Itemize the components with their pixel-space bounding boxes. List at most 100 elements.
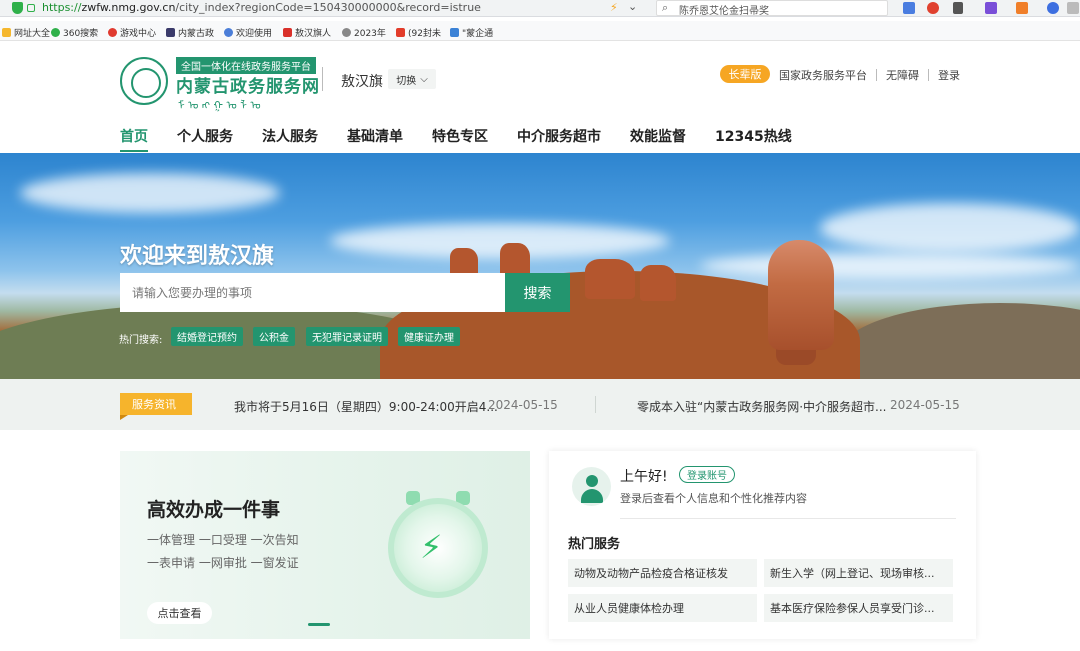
news-date: 2024-05-15 <box>890 398 960 412</box>
hot-services-title: 热门服务 <box>568 537 621 552</box>
promo-view-button[interactable]: 点击查看 <box>147 602 212 624</box>
extension-icon[interactable] <box>985 2 997 14</box>
lightning-icon[interactable]: ⚡ <box>610 1 618 14</box>
bookmark-item[interactable]: 网址大全 <box>2 25 50 39</box>
bookmark-label: 2023年 <box>354 28 386 39</box>
hero-search-button[interactable]: 搜索 <box>505 273 570 312</box>
url-path: /city_index?regionCode=150430000000&reco… <box>175 1 481 14</box>
cloud-decoration <box>820 203 1080 253</box>
search-tool-icon[interactable] <box>1047 2 1059 14</box>
bookmark-item[interactable]: 360搜索 <box>51 25 98 39</box>
cloud-decoration <box>700 253 1080 279</box>
national-platform-link[interactable]: 国家政务服务平台 <box>779 67 867 83</box>
game-icon[interactable] <box>1016 2 1028 14</box>
region-switch-label: 切换 <box>396 75 417 87</box>
bookmark-item[interactable]: 游戏中心 <box>108 25 156 39</box>
promo-title: 高效办成一件事 <box>147 499 281 521</box>
bookmark-label: 360搜索 <box>63 28 99 39</box>
main-nav: 首页 个人服务 法人服务 基础清单 特色专区 中介服务超市 效能监督 12345… <box>120 126 792 152</box>
accessibility-link[interactable]: 无障碍 <box>886 67 919 83</box>
shield-icon <box>12 2 23 14</box>
bookmark-label: 游戏中心 <box>120 28 157 39</box>
login-link[interactable]: 登录 <box>938 67 960 83</box>
chevron-down-icon: ⌵ <box>420 73 428 85</box>
greeting-subtitle: 登录后查看个人信息和个性化推荐内容 <box>620 492 807 505</box>
weibo-icon[interactable] <box>927 2 939 14</box>
nav-featured-zone[interactable]: 特色专区 <box>432 126 488 152</box>
bookmark-item[interactable]: 欢迎使用 <box>224 25 272 39</box>
news-item[interactable]: 我市将于5月16日（星期四）9:00-24:00开启4... <box>234 398 498 415</box>
mail-icon[interactable] <box>903 2 915 14</box>
scissors-icon[interactable] <box>953 2 963 14</box>
nav-efficiency-supervision[interactable]: 效能监督 <box>630 126 686 152</box>
nav-personal-services[interactable]: 个人服务 <box>177 126 233 152</box>
url-field[interactable]: https://zwfw.nmg.gov.cn/city_index?regio… <box>42 1 481 14</box>
news-badge: 服务资讯 <box>120 393 192 420</box>
link-separator <box>876 69 877 81</box>
bookmark-label: 敖汉旗人 <box>295 28 332 39</box>
promo-banner[interactable]: 高效办成一件事 一体管理 一口受理 一次告知 一表申请 一网审批 一窗发证 点击… <box>120 451 530 639</box>
bookmark-label: (92封未 <box>408 28 441 39</box>
nav-basic-list[interactable]: 基础清单 <box>347 126 403 152</box>
login-account-button[interactable]: 登录账号 <box>679 466 735 483</box>
header-links: 国家政务服务平台 无障碍 登录 <box>779 67 960 83</box>
browser-search-box[interactable]: ⌕ 陈乔恩艾伦金扫帚奖 <box>656 0 888 17</box>
region-name: 敖汉旗 <box>341 74 383 90</box>
nav-home[interactable]: 首页 <box>120 126 148 152</box>
card-divider <box>620 518 956 519</box>
link-separator <box>928 69 929 81</box>
nav-corporate-services[interactable]: 法人服务 <box>262 126 318 152</box>
news-date: 2024-05-15 <box>488 398 558 412</box>
hot-service-item[interactable]: 新生入学（网上登记、现场审核... <box>764 559 953 587</box>
hero-search-input[interactable]: 请输入您要办理的事项 <box>120 273 505 312</box>
hot-service-item[interactable]: 从业人员健康体检办理 <box>568 594 757 622</box>
bookmark-item[interactable]: (92封未 <box>396 25 441 39</box>
nav-12345-hotline[interactable]: 12345热线 <box>715 126 792 152</box>
nav-agency-market[interactable]: 中介服务超市 <box>517 126 601 152</box>
bookmark-item[interactable]: 内蒙古政 <box>166 25 214 39</box>
greeting-text: 上午好! <box>620 469 668 485</box>
hero-title: 欢迎来到敖汉旗 <box>120 244 275 269</box>
user-icon-body <box>581 489 603 503</box>
rock-decoration <box>500 243 530 277</box>
rock-decoration <box>640 265 676 301</box>
user-icon <box>586 475 598 487</box>
user-service-card: 上午好! 登录账号 登录后查看个人信息和个性化推荐内容 热门服务 动物及动物产品… <box>549 451 976 639</box>
hot-service-item[interactable]: 动物及动物产品检疫合格证核发 <box>568 559 757 587</box>
chevron-down-icon[interactable]: ⌄ <box>628 0 637 13</box>
news-item[interactable]: 零成本入驻“内蒙古政务服务网·中介服务超市... <box>637 398 886 415</box>
avatar[interactable] <box>572 467 611 506</box>
hot-search-tag[interactable]: 公积金 <box>253 327 295 346</box>
promo-slogan-2: 一表申请 一网审批 一窗发证 <box>147 556 299 570</box>
bookmark-label: 内蒙古政 <box>178 28 215 39</box>
lock-icon <box>27 4 35 12</box>
url-host: zwfw.nmg.gov.cn <box>81 1 176 14</box>
promo-slogan-1: 一体管理 一口受理 一次告知 <box>147 533 299 547</box>
browser-address-bar[interactable]: https://zwfw.nmg.gov.cn/city_index?regio… <box>0 0 1080 17</box>
hot-service-item[interactable]: 基本医疗保险参保人员享受门诊... <box>764 594 953 622</box>
bookmarks-bar: 网址大全 360搜索 游戏中心 内蒙古政 欢迎使用 敖汉旗人 2023年 (92… <box>0 21 1080 41</box>
hot-search-tag[interactable]: 结婚登记预约 <box>171 327 243 346</box>
hot-search-tag[interactable]: 无犯罪记录证明 <box>306 327 388 346</box>
bookmark-label: 欢迎使用 <box>236 28 273 39</box>
bookmark-item[interactable]: 2023年 <box>342 25 386 39</box>
elder-mode-button[interactable]: 长辈版 <box>720 65 770 83</box>
rock-decoration <box>585 259 635 299</box>
url-scheme: https:// <box>42 1 82 14</box>
service-news-bar: 服务资讯 我市将于5月16日（星期四）9:00-24:00开启4... 2024… <box>0 379 1080 430</box>
site-emblem-logo[interactable] <box>120 57 168 105</box>
bookmark-label: 网址大全 <box>14 28 51 39</box>
menu-icon[interactable] <box>1067 2 1079 14</box>
hero-banner: 欢迎来到敖汉旗 请输入您要办理的事项 搜索 热门搜索: 结婚登记预约 公积金 无… <box>0 153 1080 379</box>
header-divider <box>322 67 323 91</box>
lightning-icon: ⚡ <box>420 528 443 566</box>
carousel-indicator[interactable] <box>308 623 330 626</box>
hill-decoration <box>840 303 1080 379</box>
hot-search-tag[interactable]: 健康证办理 <box>398 327 460 346</box>
region-switch-button[interactable]: 切换 ⌵ <box>388 69 436 89</box>
cloud-decoration <box>20 173 280 213</box>
bookmark-item[interactable]: "蒙企通 <box>450 25 493 39</box>
news-separator <box>595 396 596 413</box>
bookmark-item[interactable]: 敖汉旗人 <box>283 25 331 39</box>
hot-search-label: 热门搜索: <box>119 335 163 346</box>
